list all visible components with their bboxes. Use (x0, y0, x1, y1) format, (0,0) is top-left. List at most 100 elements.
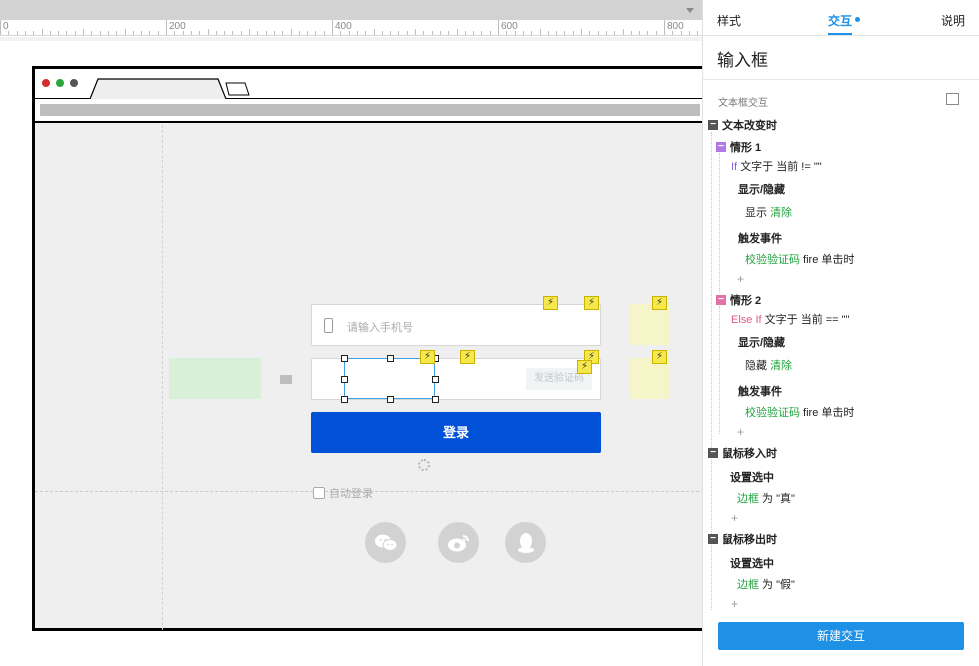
auto-login-checkbox[interactable]: 自动登录 (313, 485, 373, 501)
ruler-tick (224, 31, 226, 35)
ruler-tick (398, 31, 400, 35)
action-suffix: 为 "假" (759, 579, 795, 591)
design-canvas[interactable]: 0 200 400 600 800 请输入手机号 发送验证码 ⚡ ⚡ ⚡ ⚡ ⚡… (0, 0, 702, 666)
ruler-gutter (0, 37, 702, 41)
case-label: 情形 1 (730, 142, 762, 154)
case-1[interactable]: − 情形 1 (716, 139, 761, 155)
ruler-tick (207, 29, 209, 35)
checkbox-icon[interactable] (313, 487, 325, 499)
selection-box[interactable] (341, 355, 439, 403)
weibo-icon[interactable] (438, 522, 479, 563)
ruler-tick (473, 31, 475, 35)
resize-handle[interactable] (341, 376, 348, 383)
collapse-icon[interactable]: − (708, 448, 718, 458)
interaction-bolt-icon[interactable]: ⚡ (460, 350, 475, 364)
ruler-tick (74, 31, 76, 35)
resize-handle[interactable] (387, 396, 394, 403)
ruler-tick (688, 31, 690, 35)
qq-icon[interactable] (505, 522, 546, 563)
browser-frame: 请输入手机号 发送验证码 ⚡ ⚡ ⚡ ⚡ ⚡ ⚡ ⚡ ⚡ 登录 自动登录 (32, 66, 702, 631)
interaction-bolt-icon[interactable]: ⚡ (584, 296, 599, 310)
phone-input[interactable]: 请输入手机号 (311, 304, 601, 346)
case-condition[interactable]: If 文字于 当前 != "" (731, 158, 822, 174)
wechat-icon[interactable] (365, 522, 406, 563)
yellow-note[interactable] (629, 304, 669, 345)
ruler-tick (614, 31, 616, 35)
resize-handle[interactable] (341, 355, 348, 362)
action-title[interactable]: 设置选中 (730, 469, 774, 485)
green-note[interactable] (169, 358, 261, 399)
interaction-bolt-icon[interactable]: ⚡ (652, 350, 667, 364)
event-text-changed[interactable]: − 文本改变时 (708, 117, 777, 133)
action-detail[interactable]: 隐藏 清除 (745, 357, 792, 373)
ruler-tick (531, 31, 533, 35)
action-title[interactable]: 触发事件 (738, 230, 782, 246)
ruler-label: 200 (169, 21, 186, 32)
action-detail[interactable]: 校验验证码 fire 单击时 (745, 404, 854, 420)
ruler-tick (33, 31, 35, 35)
resize-handle[interactable] (387, 355, 394, 362)
interaction-bolt-icon[interactable]: ⚡ (420, 350, 435, 364)
auto-login-label: 自动登录 (329, 488, 373, 500)
case-condition[interactable]: Else If 文字于 当前 == "" (731, 311, 849, 327)
collapse-icon[interactable]: − (708, 534, 718, 544)
ruler-tick (423, 31, 425, 35)
ruler-tick (381, 31, 383, 35)
collapse-icon[interactable]: − (708, 120, 718, 130)
action-title[interactable]: 触发事件 (738, 383, 782, 399)
ruler-tick (581, 29, 582, 35)
resize-handle[interactable] (341, 396, 348, 403)
add-action-button[interactable]: + (737, 425, 744, 439)
tree-guide-line (719, 153, 720, 293)
action-title[interactable]: 显示/隐藏 (738, 334, 785, 350)
action-detail[interactable]: 显示 清除 (745, 204, 792, 220)
event-mouse-leave[interactable]: − 鼠标移出时 (708, 531, 777, 547)
add-action-button[interactable]: + (737, 272, 744, 286)
collapse-icon[interactable]: − (716, 142, 726, 152)
ruler-tick (332, 20, 333, 35)
collapse-icon[interactable]: − (716, 295, 726, 305)
ruler-tick (448, 31, 450, 35)
minimize-dot-icon (70, 79, 78, 87)
yellow-note[interactable] (629, 358, 669, 399)
interaction-bolt-icon[interactable]: ⚡ (652, 296, 667, 310)
ruler-tick (282, 31, 284, 35)
ruler-tick (356, 31, 358, 35)
add-action-button[interactable]: + (731, 511, 738, 525)
ruler-label: 600 (501, 21, 518, 32)
action-title[interactable]: 显示/隐藏 (738, 181, 785, 197)
resize-handle[interactable] (432, 396, 439, 403)
ruler-tick (431, 31, 433, 35)
ruler-tick (498, 20, 499, 35)
inspector-panel: 样式 交互 说明 输入框 文本框交互 − 文本改变时 − 情形 1 If 文字于… (702, 0, 979, 666)
event-mouse-enter[interactable]: − 鼠标移入时 (708, 445, 777, 461)
ruler-tick (307, 31, 309, 35)
action-detail[interactable]: 边框 为 "假" (737, 576, 795, 592)
ruler-tick (556, 31, 558, 35)
ruler-tick (564, 31, 566, 35)
action-verb: 隐藏 (745, 360, 767, 372)
login-button[interactable]: 登录 (311, 412, 601, 453)
action-title[interactable]: 设置选中 (730, 555, 774, 571)
action-detail[interactable]: 校验验证码 fire 单击时 (745, 251, 854, 267)
canvas-top-bar (0, 0, 702, 20)
browser-title-bar (35, 69, 702, 99)
interaction-bolt-icon[interactable]: ⚡ (543, 296, 558, 310)
ruler-tick (149, 31, 151, 35)
ruler-tick (439, 31, 441, 35)
ruler-tick (655, 31, 657, 35)
interaction-bolt-icon[interactable]: ⚡ (577, 360, 592, 374)
add-action-button[interactable]: + (731, 597, 738, 611)
new-interaction-button[interactable]: 新建交互 (718, 622, 964, 650)
case-label: 情形 2 (730, 295, 762, 307)
action-target: 清除 (770, 360, 793, 372)
ruler-tick (215, 31, 217, 35)
action-detail[interactable]: 边框 为 "真" (737, 490, 795, 506)
ruler-tick (157, 31, 159, 35)
action-suffix: fire 单击时 (800, 254, 855, 266)
resize-handle[interactable] (432, 376, 439, 383)
new-tab-icon (225, 82, 250, 96)
chevron-down-icon[interactable] (686, 8, 694, 13)
case-2[interactable]: − 情形 2 (716, 292, 761, 308)
event-label: 文本改变时 (722, 120, 777, 132)
